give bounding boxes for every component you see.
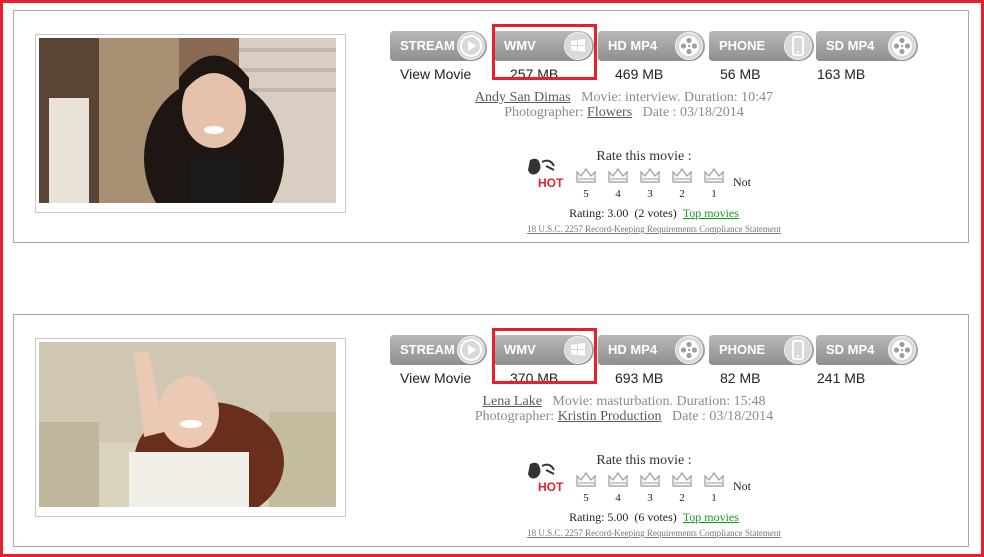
format-button-label: STREAM bbox=[400, 38, 455, 53]
top-movies-link[interactable]: Top movies bbox=[683, 510, 739, 524]
rating-value-label: 1 bbox=[711, 492, 717, 504]
rating-crown-icon[interactable] bbox=[703, 471, 725, 494]
format-button-stream[interactable]: STREAM bbox=[390, 335, 487, 365]
rating-text: Rating: 5.00 bbox=[569, 510, 629, 524]
play-icon bbox=[457, 336, 485, 364]
hot-label: HOT bbox=[538, 176, 564, 190]
format-button-label: PHONE bbox=[719, 342, 766, 357]
rating-crown-icon[interactable] bbox=[575, 471, 597, 494]
wmv-highlight bbox=[492, 328, 597, 384]
votes-text: (6 votes) bbox=[634, 510, 677, 524]
top-movies-link[interactable]: Top movies bbox=[683, 206, 739, 220]
rating-crown-icon[interactable] bbox=[671, 471, 693, 494]
not-label: Not bbox=[733, 479, 751, 493]
rating-value-label: 5 bbox=[583, 188, 589, 200]
rating-crown-icon[interactable] bbox=[671, 167, 693, 190]
photographer-link[interactable]: Flowers bbox=[587, 105, 632, 120]
movie-title: masturbation. bbox=[596, 394, 673, 409]
compliance-link[interactable]: 18 U.S.C. 2257 Record-Keeping Requiremen… bbox=[444, 528, 864, 538]
movie-card: STREAM WMV HD MP4 PHONE SD MP4 View Movie 370 … bbox=[13, 314, 969, 547]
file-size: 82 MB bbox=[720, 370, 761, 386]
rating-summary: Rating: 3.00 (2 votes) Top movies bbox=[514, 206, 794, 221]
date-value: 03/18/2014 bbox=[680, 105, 744, 120]
phone-icon bbox=[784, 32, 812, 60]
format-button-hd-mp4[interactable]: HD MP4 bbox=[598, 335, 705, 365]
file-size: 469 MB bbox=[615, 66, 664, 82]
format-button-label: SD MP4 bbox=[826, 38, 875, 53]
movie-thumbnail[interactable] bbox=[35, 338, 346, 517]
format-button-label: PHONE bbox=[719, 38, 766, 53]
rating-crown-icon[interactable] bbox=[607, 167, 629, 190]
rating-value-label: 3 bbox=[647, 492, 653, 504]
format-button-label: HD MP4 bbox=[608, 342, 658, 357]
file-size: 163 MB bbox=[817, 66, 866, 82]
rate-title: Rate this movie : bbox=[596, 453, 692, 468]
format-button-phone[interactable]: PHONE bbox=[709, 335, 814, 365]
rating-value-label: 1 bbox=[711, 188, 717, 200]
movie-card: STREAM WMV HD MP4 PHONE SD MP4 View Movie 257 … bbox=[13, 10, 969, 243]
film-reel-icon bbox=[888, 336, 916, 364]
format-button-stream[interactable]: STREAM bbox=[390, 31, 487, 61]
date-label: Date : bbox=[672, 409, 706, 424]
date-label: Date : bbox=[642, 105, 677, 120]
format-button-label: SD MP4 bbox=[826, 342, 875, 357]
photographer-label: Photographer: bbox=[504, 105, 584, 120]
format-button-hd-mp4[interactable]: HD MP4 bbox=[598, 31, 705, 61]
rate-title: Rate this movie : bbox=[596, 149, 692, 164]
rating-value-label: 3 bbox=[647, 188, 653, 200]
model-link[interactable]: Andy San Dimas bbox=[475, 90, 571, 105]
model-link[interactable]: Lena Lake bbox=[482, 394, 541, 409]
file-size: 56 MB bbox=[720, 66, 761, 82]
rating-summary: Rating: 5.00 (6 votes) Top movies bbox=[514, 510, 794, 525]
movie-meta-line: Lena Lake Movie: masturbation. Duration:… bbox=[414, 394, 834, 409]
rating-value-label: 2 bbox=[679, 188, 685, 200]
rating-crown-icon[interactable] bbox=[639, 167, 661, 190]
format-button-sd-mp4[interactable]: SD MP4 bbox=[816, 31, 918, 61]
rating-value-label: 5 bbox=[583, 492, 589, 504]
rating-value-label: 2 bbox=[679, 492, 685, 504]
movie-title: interview. bbox=[625, 90, 681, 105]
movie-label: Movie: bbox=[581, 90, 622, 105]
movie-label: Movie: bbox=[552, 394, 593, 409]
duration-label: Duration: bbox=[684, 90, 738, 105]
duration-label: Duration: bbox=[676, 394, 731, 409]
duration-value: 10:47 bbox=[741, 90, 774, 105]
rating-crown-icon[interactable] bbox=[575, 167, 597, 190]
format-button-label: STREAM bbox=[400, 342, 455, 357]
rating-value-label: 4 bbox=[615, 188, 621, 200]
date-value: 03/18/2014 bbox=[709, 409, 774, 424]
photographer-line: Photographer: Flowers Date : 03/18/2014 bbox=[414, 105, 834, 120]
film-reel-icon bbox=[675, 336, 703, 364]
movie-meta-line: Andy San Dimas Movie: interview. Duratio… bbox=[414, 90, 834, 105]
duration-value: 15:48 bbox=[733, 394, 766, 409]
film-reel-icon bbox=[675, 32, 703, 60]
movie-thumbnail[interactable] bbox=[35, 34, 346, 213]
file-size: 693 MB bbox=[615, 370, 664, 386]
compliance-link[interactable]: 18 U.S.C. 2257 Record-Keeping Requiremen… bbox=[444, 224, 864, 234]
format-button-sd-mp4[interactable]: SD MP4 bbox=[816, 335, 918, 365]
not-label: Not bbox=[733, 175, 751, 189]
view-movie-link[interactable]: View Movie bbox=[400, 66, 471, 82]
phone-icon bbox=[784, 336, 812, 364]
hot-label: HOT bbox=[538, 480, 564, 494]
photographer-label: Photographer: bbox=[474, 409, 555, 424]
rating-crown-icon[interactable] bbox=[639, 471, 661, 494]
rating-crown-icon[interactable] bbox=[703, 167, 725, 190]
view-movie-link[interactable]: View Movie bbox=[400, 370, 471, 386]
format-button-phone[interactable]: PHONE bbox=[709, 31, 814, 61]
rating-text: Rating: 3.00 bbox=[569, 206, 629, 220]
file-size: 241 MB bbox=[817, 370, 866, 386]
rating-value-label: 4 bbox=[615, 492, 621, 504]
photographer-line: Photographer: Kristin Production Date : … bbox=[414, 409, 834, 424]
format-button-label: HD MP4 bbox=[608, 38, 658, 53]
wmv-highlight bbox=[492, 24, 597, 80]
photographer-link[interactable]: Kristin Production bbox=[558, 409, 662, 424]
film-reel-icon bbox=[888, 32, 916, 60]
play-icon bbox=[457, 32, 485, 60]
rating-crown-icon[interactable] bbox=[607, 471, 629, 494]
votes-text: (2 votes) bbox=[634, 206, 677, 220]
